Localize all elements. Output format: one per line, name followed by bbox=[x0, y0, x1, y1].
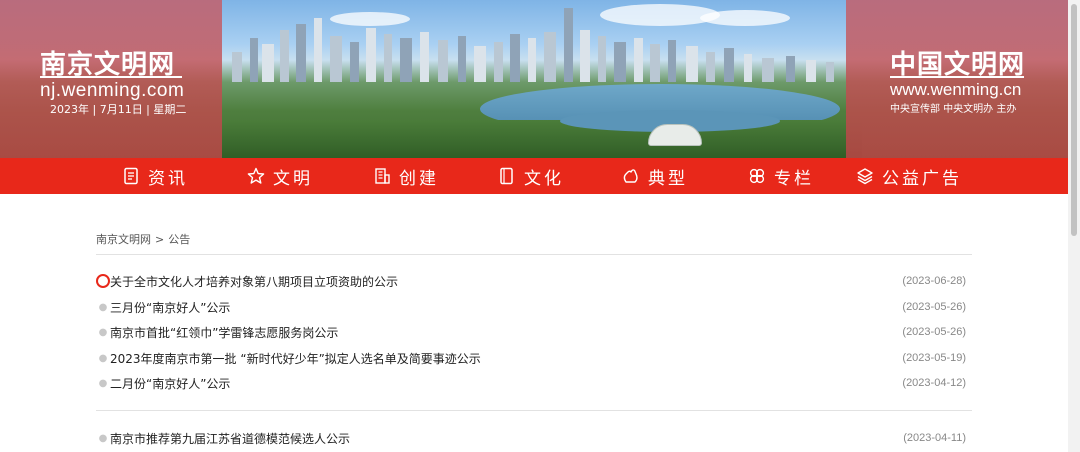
skyline-building bbox=[474, 46, 486, 82]
skyline-building bbox=[494, 42, 503, 82]
skyline-building bbox=[232, 52, 242, 82]
hand-icon bbox=[622, 167, 640, 185]
document-icon bbox=[122, 167, 140, 185]
skyline-building bbox=[528, 38, 536, 82]
flower-icon bbox=[748, 167, 766, 185]
nav-item-civilization[interactable]: 文明 bbox=[247, 158, 313, 194]
skyline-building bbox=[400, 38, 412, 82]
list-item-title[interactable]: 2023年度南京市第一批 “新时代好少年”拟定人选名单及简要事迹公示 bbox=[110, 350, 902, 367]
nav-label: 资讯 bbox=[148, 168, 188, 189]
breadcrumb: 南京文明网 > 公告 bbox=[96, 231, 190, 247]
list-item[interactable]: 关于全市文化人才培养对象第八期项目立项资助的公示 (2023-06-28) bbox=[96, 271, 966, 291]
skyline-building bbox=[650, 44, 660, 82]
bullet-icon: ● bbox=[98, 377, 108, 389]
skyline-building bbox=[350, 42, 359, 82]
skyline-building bbox=[250, 38, 258, 82]
skyline-building bbox=[510, 34, 520, 82]
list-item-title[interactable]: 三月份“南京好人”公示 bbox=[110, 299, 902, 316]
skyline-building bbox=[634, 38, 643, 82]
cloud bbox=[330, 12, 410, 26]
list-item-date: (2023-04-11) bbox=[903, 432, 966, 444]
skyline-building bbox=[724, 48, 734, 82]
header-banner: 南京文明网 nj.wenming.com 2023年 | 7月11日 | 星期二… bbox=[0, 0, 1068, 158]
list-item-date: (2023-05-26) bbox=[902, 326, 966, 338]
list-item[interactable]: ● 2023年度南京市第一批 “新时代好少年”拟定人选名单及简要事迹公示 (20… bbox=[96, 348, 966, 368]
skyline-building bbox=[314, 18, 322, 82]
skyline-building bbox=[330, 36, 342, 82]
nav-label: 公益广告 bbox=[882, 168, 962, 189]
building-icon bbox=[373, 167, 391, 185]
breadcrumb-home-link[interactable]: 南京文明网 bbox=[96, 233, 151, 246]
skyline-building bbox=[826, 62, 834, 82]
skyline-building bbox=[706, 52, 715, 82]
skyline-building bbox=[262, 44, 274, 82]
skyline-building bbox=[686, 46, 698, 82]
breadcrumb-current: 公告 bbox=[168, 233, 191, 246]
nav-label: 专栏 bbox=[774, 168, 814, 189]
skyline-building bbox=[384, 34, 392, 82]
skyline-building bbox=[762, 58, 774, 82]
list-item-date: (2023-05-26) bbox=[902, 301, 966, 313]
logo-divider bbox=[40, 76, 182, 78]
book-icon bbox=[498, 167, 516, 185]
skyline-building bbox=[598, 36, 606, 82]
skyline-building bbox=[280, 30, 289, 82]
list-item-title[interactable]: 二月份“南京好人”公示 bbox=[110, 375, 902, 392]
skyline-building bbox=[806, 60, 816, 82]
list-item-title[interactable]: 关于全市文化人才培养对象第八期项目立项资助的公示 bbox=[110, 273, 902, 290]
layers-icon bbox=[856, 167, 874, 185]
divider bbox=[96, 410, 972, 411]
skyline-building bbox=[614, 42, 626, 82]
nav-label: 文化 bbox=[524, 168, 564, 189]
skyline-building bbox=[744, 54, 752, 82]
main-nav: 资讯 文明 创建 文化 典型 专栏 公益广告 bbox=[0, 158, 1068, 194]
partner-subtitle: 中央宣传部 中央文明办 主办 bbox=[890, 104, 1017, 115]
site-url: nj.wenming.com bbox=[40, 80, 185, 101]
bullet-icon: ● bbox=[98, 352, 108, 364]
list-item-date: (2023-04-12) bbox=[902, 377, 966, 389]
partner-divider bbox=[890, 76, 1024, 78]
stadium-dome bbox=[648, 124, 702, 146]
partner-url: www.wenming.cn bbox=[890, 80, 1022, 99]
list-item-date: (2023-05-19) bbox=[902, 352, 966, 364]
current-date: 2023年 | 7月11日 | 星期二 bbox=[50, 103, 187, 116]
skyline-building bbox=[438, 40, 448, 82]
bullet-icon: ● bbox=[98, 432, 108, 444]
nav-item-create[interactable]: 创建 bbox=[373, 158, 439, 194]
list-item[interactable]: ● 南京市首批“红领巾”学雷锋志愿服务岗公示 (2023-05-26) bbox=[96, 322, 966, 342]
list-item[interactable]: ● 三月份“南京好人”公示 (2023-05-26) bbox=[96, 297, 966, 317]
star-icon bbox=[247, 167, 265, 185]
skyline-building bbox=[458, 36, 466, 82]
list-item-title[interactable]: 南京市首批“红领巾”学雷锋志愿服务岗公示 bbox=[110, 324, 902, 341]
breadcrumb-separator: > bbox=[155, 233, 165, 246]
nav-item-culture[interactable]: 文化 bbox=[498, 158, 564, 194]
list-item[interactable]: ● 南京市推荐第九届江苏省道德模范候选人公示 (2023-04-11) bbox=[96, 428, 966, 448]
list-item[interactable]: ● 二月份“南京好人”公示 (2023-04-12) bbox=[96, 373, 966, 393]
bullet-icon: ● bbox=[98, 326, 108, 338]
nav-item-news[interactable]: 资讯 bbox=[122, 158, 188, 194]
skyline-building bbox=[296, 24, 306, 82]
list-item-title[interactable]: 南京市推荐第九届江苏省道德模范候选人公示 bbox=[110, 430, 903, 447]
skyline-building bbox=[366, 28, 376, 82]
bullet-icon: ● bbox=[98, 301, 108, 313]
list-item-date: (2023-06-28) bbox=[902, 275, 966, 287]
nav-item-models[interactable]: 典型 bbox=[622, 158, 688, 194]
skyline-tower bbox=[564, 8, 573, 82]
nav-label: 文明 bbox=[273, 168, 313, 189]
skyline-building bbox=[420, 32, 429, 82]
skyline-building bbox=[544, 32, 556, 82]
nav-label: 创建 bbox=[399, 168, 439, 189]
cloud bbox=[700, 10, 790, 26]
nav-label: 典型 bbox=[648, 168, 688, 189]
nav-item-columns[interactable]: 专栏 bbox=[748, 158, 814, 194]
divider bbox=[96, 254, 972, 255]
skyline-building bbox=[668, 40, 676, 82]
nav-item-public-ads[interactable]: 公益广告 bbox=[856, 158, 962, 194]
circle-marker-icon bbox=[96, 274, 110, 288]
skyline-building bbox=[786, 56, 795, 82]
skyline-building bbox=[580, 30, 590, 82]
scrollbar-thumb[interactable] bbox=[1071, 4, 1077, 236]
